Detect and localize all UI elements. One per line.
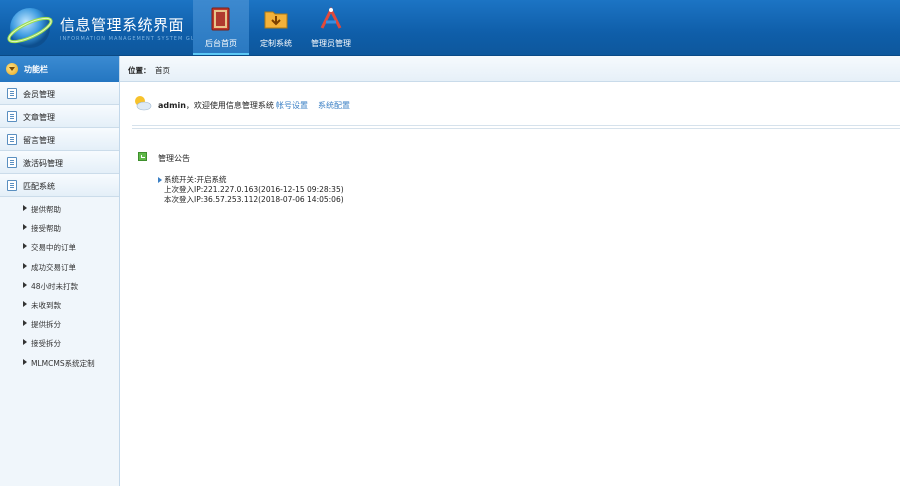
sidebar-item-members[interactable]: 会员管理 [0, 82, 119, 105]
edit-icon [7, 111, 17, 122]
sub-item-provide-split[interactable]: 提供拆分 [0, 314, 119, 333]
app-title: 信息管理系统界面 [60, 16, 185, 34]
sub-item-accept-split[interactable]: 接受拆分 [0, 333, 119, 352]
sub-item-label: 成功交易订单 [31, 262, 76, 272]
edit-icon [7, 134, 17, 145]
sidebar-item-messages[interactable]: 留言管理 [0, 128, 119, 151]
system-switch-status: 系统开关:开启系统 [158, 175, 344, 185]
main-content: 位置： 首页 admin，欢迎使用信息管理系统 帐号设置 系统配置 管理公告 系… [120, 56, 900, 486]
globe-logo-icon [7, 8, 53, 48]
folder-download-icon [264, 11, 288, 29]
nav-custom-system-label: 定制系统 [260, 39, 292, 48]
sidebar: 功能栏 会员管理 文章管理 留言管理 激活码管理 匹配系统 提供帮助 接受帮助 … [0, 56, 120, 486]
sub-item-provide-help[interactable]: 提供帮助 [0, 199, 119, 218]
calendar-icon [7, 180, 17, 191]
nav-admin-manage[interactable]: 管理员管理 [303, 0, 359, 56]
sub-item-label: MLMCMS系统定制 [31, 358, 95, 368]
sidebar-item-matching-system[interactable]: 匹配系统 [0, 174, 119, 197]
sub-item-label: 提供拆分 [31, 320, 61, 330]
sidebar-item-articles[interactable]: 文章管理 [0, 105, 119, 128]
welcome-bar: admin，欢迎使用信息管理系统 帐号设置 系统配置 [132, 94, 892, 114]
sidebar-header[interactable]: 功能栏 [0, 56, 119, 82]
book-icon [211, 7, 230, 31]
sub-item-label: 提供帮助 [31, 205, 61, 214]
calendar-icon [7, 157, 17, 168]
sub-item-label: 接受拆分 [31, 339, 61, 349]
sub-item-label: 接受帮助 [31, 224, 61, 234]
username: admin [158, 101, 186, 110]
account-settings-link[interactable]: 帐号设置 [276, 100, 308, 111]
sidebar-item-activation-codes[interactable]: 激活码管理 [0, 151, 119, 174]
sidebar-item-label: 匹配系统 [23, 182, 55, 191]
sub-item-unpaid-48h[interactable]: 48小时未打款 [0, 276, 119, 295]
app-subtitle: INFORMATION MANAGEMENT SYSTEM GUI [60, 36, 198, 42]
sidebar-item-label: 留言管理 [23, 136, 55, 145]
notice-info: 系统开关:开启系统 上次登入IP:221.227.0.163(2016-12-1… [158, 175, 344, 205]
welcome-message: ，欢迎使用信息管理系统 [185, 101, 274, 110]
sub-item-label: 交易中的订单 [31, 243, 76, 253]
sidebar-item-label: 文章管理 [23, 113, 55, 122]
triangle-right-icon [23, 224, 27, 231]
sun-cloud-icon [135, 96, 152, 111]
system-config-link[interactable]: 系统配置 [318, 100, 350, 111]
triangle-right-icon [23, 300, 27, 307]
triangle-right-icon [23, 205, 27, 211]
nav-custom-system[interactable]: 定制系统 [248, 0, 304, 56]
top-header: 信息管理系统界面 INFORMATION MANAGEMENT SYSTEM G… [0, 0, 900, 56]
sub-item-label: 48小时未打款 [31, 281, 79, 291]
sidebar-header-label: 功能栏 [24, 65, 48, 74]
sub-item-not-received[interactable]: 未收到款 [0, 295, 119, 314]
nav-home[interactable]: 后台首页 [193, 0, 249, 56]
notice-icon [138, 152, 147, 161]
breadcrumb-current[interactable]: 首页 [155, 65, 170, 76]
triangle-right-icon [23, 339, 27, 346]
tools-icon [320, 6, 342, 29]
divider [132, 125, 900, 129]
welcome-text: admin，欢迎使用信息管理系统 [158, 100, 274, 111]
triangle-right-icon [23, 243, 27, 250]
sub-item-system-customization[interactable]: MLMCMS系统定制 [0, 353, 119, 372]
nav-home-label: 后台首页 [205, 39, 237, 48]
document-icon [7, 88, 17, 99]
breadcrumb: 位置： 首页 [120, 56, 900, 82]
triangle-right-icon [23, 320, 27, 327]
triangle-right-icon [23, 358, 27, 365]
sidebar-item-label: 激活码管理 [23, 159, 63, 168]
sub-item-label: 未收到款 [31, 300, 61, 310]
last-login-ip: 上次登入IP:221.227.0.163(2016-12-15 09:28:35… [164, 185, 344, 194]
chevron-down-icon [6, 63, 18, 75]
nav-admin-manage-label: 管理员管理 [311, 39, 351, 48]
triangle-right-icon [23, 262, 27, 269]
breadcrumb-label: 位置： [128, 66, 151, 75]
triangle-right-icon [23, 281, 27, 288]
current-login-ip: 本次登入IP:36.57.253.112(2018-07-06 14:05:06… [164, 195, 344, 204]
notice-title: 管理公告 [158, 154, 190, 163]
sub-item-orders-in-progress[interactable]: 交易中的订单 [0, 237, 119, 256]
sub-item-successful-orders[interactable]: 成功交易订单 [0, 257, 119, 276]
sub-item-accept-help[interactable]: 接受帮助 [0, 218, 119, 237]
sub-menu-list: 提供帮助 接受帮助 交易中的订单 成功交易订单 48小时未打款 未收到款 提供拆… [0, 197, 119, 372]
sidebar-item-label: 会员管理 [23, 90, 55, 99]
